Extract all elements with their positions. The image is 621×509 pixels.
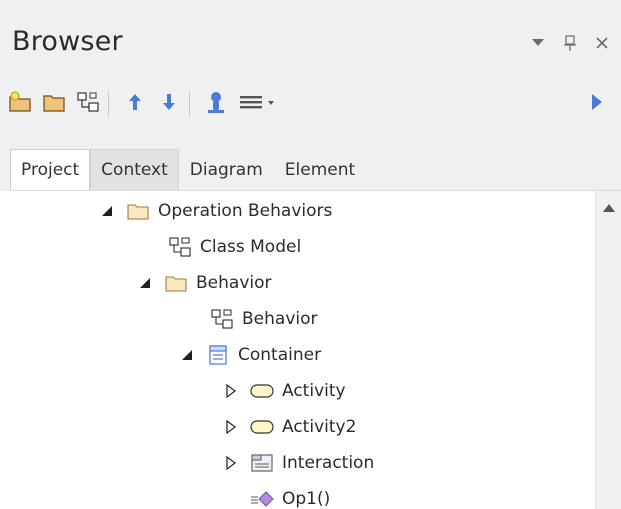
browser-toolbar [0,82,621,126]
activity-icon [250,381,274,401]
folder-icon [164,273,188,293]
tree-item-label: Op1() [282,489,331,509]
new-package-icon [8,91,32,117]
move-down-button[interactable] [155,90,183,118]
tree-item-label: Activity2 [282,417,357,437]
tree-item-label: Activity [282,381,346,401]
tree-item-class-model[interactable]: Class Model [168,229,301,265]
collapsed-arrow-icon[interactable] [222,382,240,400]
locate-button[interactable] [202,90,230,118]
tree-item-op1[interactable]: Op1() [250,481,330,509]
expanded-arrow-icon[interactable] [178,346,196,364]
browser-panel: Browser Project Context Diagram Element … [0,0,621,509]
tree-item-behavior-diagram[interactable]: Behavior [210,301,318,337]
panel-title: Browser [12,26,123,57]
new-folder-button[interactable] [40,90,68,118]
folder-icon [42,91,66,117]
hamburger-menu-icon [238,92,278,116]
move-up-button[interactable] [121,90,149,118]
folder-icon [126,201,150,221]
interaction-icon [250,453,274,473]
tab-element[interactable]: Element [274,149,366,190]
tree-item-label: Class Model [200,237,302,257]
tab-context[interactable]: Context [90,149,179,190]
activity-icon [250,417,274,437]
vertical-scrollbar[interactable] [595,191,621,509]
tree-item-label: Behavior [242,309,318,329]
browser-tabs: Project Context Diagram Element [10,148,621,191]
pin-icon[interactable] [561,34,579,52]
tree-item-container[interactable]: Container [178,337,321,373]
tree-item-label: Behavior [196,273,272,293]
play-icon [590,92,604,116]
diagram-icon [76,91,100,117]
tree-item-interaction[interactable]: Interaction [222,445,374,481]
run-button[interactable] [587,90,607,118]
arrow-up-icon [127,92,143,116]
tree-item-label: Interaction [282,453,375,473]
tree-item-label: Operation Behaviors [158,201,333,221]
collapsed-arrow-icon[interactable] [222,418,240,436]
new-package-button[interactable] [6,90,34,118]
scroll-up-arrow-icon[interactable] [596,199,621,217]
tree-item-activity2[interactable]: Activity2 [222,409,356,445]
diagram-icon [210,309,234,329]
close-icon[interactable] [593,34,611,52]
project-tree: Operation Behaviors Class Model Behavior… [0,191,595,509]
menu-dropdown-button[interactable] [236,90,280,118]
tree-item-behavior-package[interactable]: Behavior [136,265,272,301]
dropdown-icon[interactable] [529,34,547,52]
expanded-arrow-icon[interactable] [136,274,154,292]
tab-project[interactable]: Project [10,149,91,190]
toolbar-separator [189,91,190,117]
class-icon [206,345,230,365]
tab-diagram[interactable]: Diagram [179,149,274,190]
tree-item-operation-behaviors[interactable]: Operation Behaviors [98,193,332,229]
title-controls [529,34,611,52]
diagram-icon [168,237,192,257]
expanded-arrow-icon[interactable] [98,202,116,220]
title-bar: Browser [0,0,621,74]
toolbar-separator [108,91,109,117]
tree-item-activity[interactable]: Activity [222,373,346,409]
tree-item-label: Container [238,345,322,365]
locate-icon [205,90,227,118]
collapsed-arrow-icon[interactable] [222,454,240,472]
operation-icon [250,489,274,509]
arrow-down-icon [161,92,177,116]
new-diagram-button[interactable] [74,90,102,118]
